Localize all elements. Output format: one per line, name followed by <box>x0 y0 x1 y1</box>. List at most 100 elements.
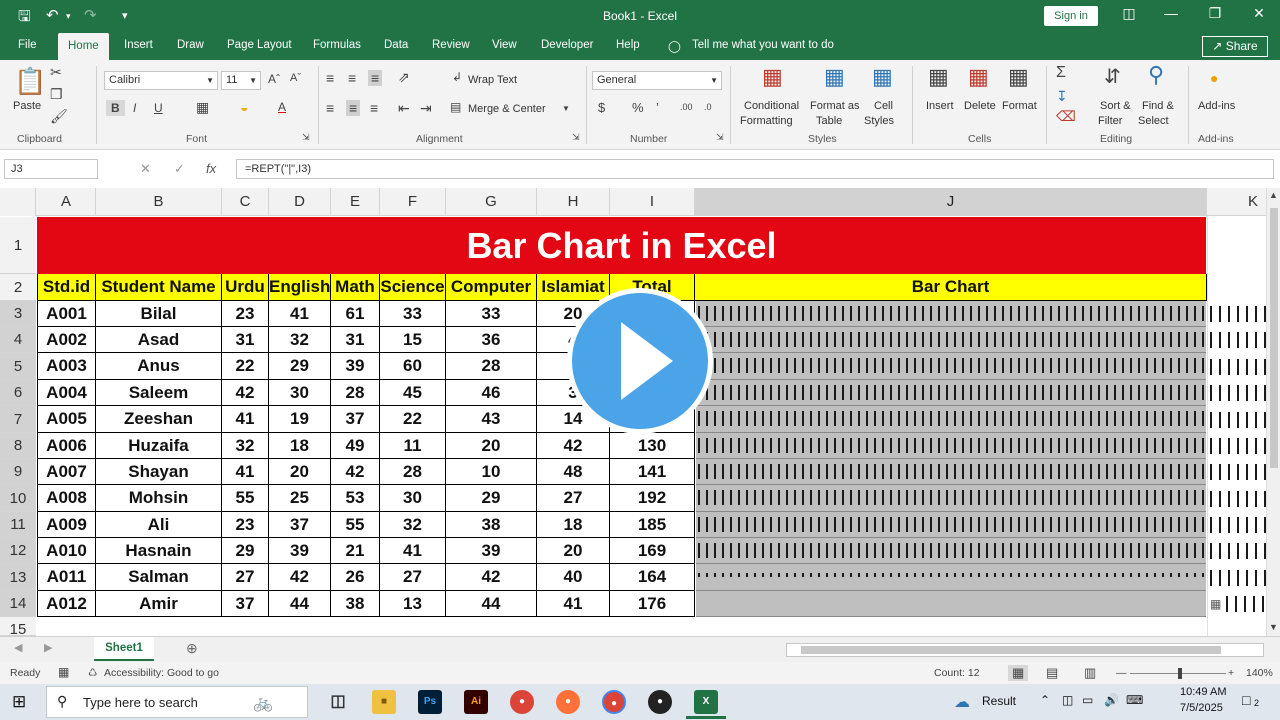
bar-chart-cell[interactable] <box>696 485 1206 512</box>
table-cell[interactable]: Zeeshan <box>96 406 222 433</box>
increase-decimal-icon[interactable]: .00 <box>680 102 693 112</box>
table-cell[interactable]: 36 <box>446 327 537 353</box>
table-cell[interactable]: 20 <box>269 459 331 485</box>
zoom-level[interactable]: 140% <box>1246 667 1273 679</box>
weather-icon[interactable]: ☁ <box>954 692 970 712</box>
bar-chart-cell[interactable] <box>696 591 1206 617</box>
table-cell[interactable]: 192 <box>610 485 695 512</box>
row-header-1[interactable]: 1 <box>0 217 36 274</box>
table-cell[interactable]: 41 <box>380 538 446 564</box>
comma-style-icon[interactable]: ’ <box>656 100 659 115</box>
scroll-thumb[interactable] <box>801 646 1221 654</box>
column-header-d[interactable]: D <box>269 188 331 216</box>
decrease-font-icon[interactable]: Aˇ <box>290 72 301 84</box>
table-cell[interactable]: 28 <box>380 459 446 485</box>
conditional-formatting-icon[interactable]: ▦ <box>762 64 783 90</box>
number-format-select[interactable]: General ▼ <box>592 71 722 90</box>
orientation-icon[interactable]: ⇗ <box>398 69 410 86</box>
table-cell[interactable]: 32 <box>269 327 331 353</box>
bold-icon[interactable]: B <box>106 100 125 116</box>
enter-icon[interactable]: ✓ <box>174 161 185 177</box>
table-cell[interactable]: 29 <box>446 485 537 512</box>
table-cell[interactable]: 39 <box>331 353 380 380</box>
file-explorer-icon[interactable]: ■ <box>372 690 396 714</box>
zoom-out-icon[interactable]: — <box>1116 667 1127 679</box>
header-cell-science[interactable]: Science <box>380 274 446 301</box>
table-cell[interactable]: Saleem <box>96 380 222 406</box>
table-cell[interactable]: 45 <box>380 380 446 406</box>
prev-sheet-icon[interactable]: ◀ <box>14 641 22 654</box>
table-cell[interactable]: 169 <box>610 538 695 564</box>
italic-icon[interactable]: I <box>133 101 136 115</box>
ribbon-display-options-icon[interactable]: ◫ <box>1117 5 1141 22</box>
page-break-view-icon[interactable]: ▥ <box>1084 665 1096 681</box>
table-cell[interactable]: 37 <box>269 512 331 538</box>
bar-chart-cell[interactable] <box>696 301 1206 327</box>
obs-icon[interactable]: ● <box>648 690 672 714</box>
tab-view[interactable]: View <box>492 39 517 51</box>
header-cell-urdu[interactable]: Urdu <box>222 274 269 301</box>
table-cell[interactable]: 27 <box>537 485 610 512</box>
column-header-g[interactable]: G <box>446 188 537 216</box>
borders-icon[interactable]: ▦ <box>196 99 209 116</box>
align-middle-icon[interactable]: ≡ <box>348 70 356 86</box>
bar-chart-cell[interactable] <box>696 564 1206 591</box>
table-cell[interactable]: 31 <box>331 327 380 353</box>
table-cell[interactable]: 39 <box>269 538 331 564</box>
tab-insert[interactable]: Insert <box>124 39 153 51</box>
table-cell[interactable]: 55 <box>331 512 380 538</box>
task-view-icon[interactable]: ◫ <box>326 690 350 714</box>
format-cells-icon[interactable]: ▦ <box>1008 64 1029 90</box>
table-cell[interactable]: 26 <box>331 564 380 591</box>
row-header-6[interactable]: 6 <box>0 380 36 406</box>
table-cell[interactable]: 61 <box>331 301 380 327</box>
column-header-i[interactable]: I <box>610 188 695 216</box>
column-header-k[interactable]: K <box>1207 188 1266 216</box>
cell-styles-icon[interactable]: ▦ <box>872 64 893 90</box>
column-header-f[interactable]: F <box>380 188 446 216</box>
table-cell[interactable]: 176 <box>610 591 695 617</box>
close-icon[interactable]: ✕ <box>1247 5 1271 22</box>
row-header-11[interactable]: 11 <box>0 512 36 538</box>
merge-center-button[interactable]: Merge & Center <box>468 103 546 115</box>
table-cell[interactable]: 19 <box>269 406 331 433</box>
table-cell[interactable]: A005 <box>37 406 96 433</box>
table-cell[interactable]: 141 <box>610 459 695 485</box>
table-cell[interactable]: 38 <box>331 591 380 617</box>
table-cell[interactable]: 48 <box>537 459 610 485</box>
bar-chart-cell[interactable] <box>696 512 1206 538</box>
format-painter-icon[interactable]: 🖌 <box>50 108 68 125</box>
paste-icon[interactable]: 📋 <box>14 66 46 97</box>
table-cell[interactable]: 46 <box>446 380 537 406</box>
table-cell[interactable]: 44 <box>269 591 331 617</box>
formula-input[interactable]: =REPT("|",I3) <box>236 159 1274 179</box>
table-cell[interactable]: 21 <box>331 538 380 564</box>
table-cell[interactable]: A010 <box>37 538 96 564</box>
conditional-formatting-label-2[interactable]: Formatting <box>740 115 793 127</box>
cell-styles-label-2[interactable]: Styles <box>864 115 894 127</box>
table-cell[interactable]: A006 <box>37 433 96 459</box>
header-cell-student-name[interactable]: Student Name <box>96 274 222 301</box>
table-cell[interactable]: 41 <box>537 591 610 617</box>
tell-me-search[interactable]: Tell me what you want to do <box>692 39 834 51</box>
table-cell[interactable]: 10 <box>446 459 537 485</box>
accessibility-status[interactable]: Accessibility: Good to go <box>104 667 219 679</box>
font-name-select[interactable]: Calibri ▼ <box>104 71 218 90</box>
table-cell[interactable]: 33 <box>446 301 537 327</box>
table-cell[interactable]: Bilal <box>96 301 222 327</box>
table-cell[interactable]: 31 <box>222 327 269 353</box>
taskbar-result[interactable]: Result <box>982 694 1016 708</box>
chrome-icon[interactable]: ● <box>510 690 534 714</box>
table-cell[interactable]: 23 <box>222 301 269 327</box>
tab-formulas[interactable]: Formulas <box>313 39 361 51</box>
bar-chart-cell[interactable] <box>696 538 1206 564</box>
table-cell[interactable]: 28 <box>446 353 537 380</box>
table-cell[interactable]: 185 <box>610 512 695 538</box>
table-cell[interactable]: 41 <box>222 406 269 433</box>
table-cell[interactable]: 30 <box>269 380 331 406</box>
fill-color-icon[interactable]: ◒ <box>240 99 248 115</box>
table-cell[interactable]: A004 <box>37 380 96 406</box>
format-as-table-label-2[interactable]: Table <box>816 115 842 127</box>
copy-icon[interactable]: ❐ <box>50 86 63 103</box>
table-cell[interactable]: 29 <box>269 353 331 380</box>
